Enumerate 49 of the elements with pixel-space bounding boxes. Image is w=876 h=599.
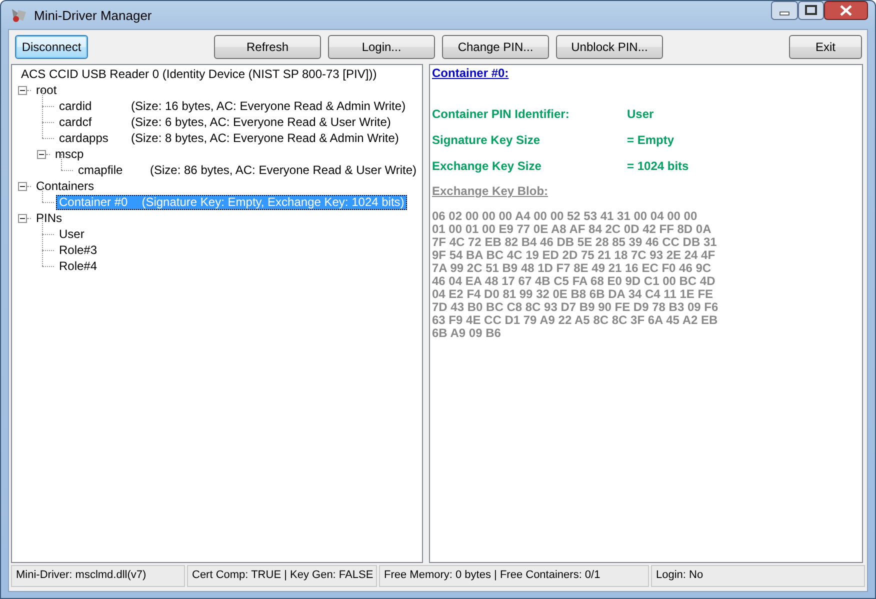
blob-heading: Exchange Key Blob: [432,184,548,198]
hex-line: 7F 4C 72 EB 82 B4 46 DB 5E 28 85 39 46 CC DB 31 [432,236,717,249]
toolbar-button[interactable]: Change PIN... [442,35,549,59]
tree-item[interactable]: cardapps (Size: 8 bytes, AC: Everyone Read & Admin Write) [56,130,402,146]
field-label: Exchange Key Size [432,159,542,173]
tree-item[interactable]: root [33,82,74,98]
hex-line: 01 00 01 00 E9 77 0E A8 AF 84 2C 0D 42 FF 8D 0A [432,223,712,236]
toolbar-button[interactable]: Login... [328,35,435,59]
toolbar-button[interactable]: Refresh [214,35,321,59]
hex-line: 7A 99 2C 51 B9 48 1D F7 8E 49 21 16 EC F0 46 9C [432,262,712,275]
app-icon [10,7,28,23]
collapse-icon[interactable] [18,182,27,190]
collapse-icon[interactable] [18,86,27,94]
hex-line: 06 02 00 00 00 A4 00 00 52 53 41 31 00 04 00 00 [432,210,698,223]
toolbar-button[interactable]: Disconnect [15,35,88,59]
hex-line: 46 04 EA 48 17 67 4B C5 FA 68 E0 9D C1 00 BC 4D [432,275,716,288]
field-value: = Empty [627,133,674,147]
tree-item[interactable]: cmapfile (Size: 86 bytes, AC: Everyone Read & User Write) [75,162,420,178]
field-value: User [627,107,654,121]
tree-item[interactable]: mscp [52,146,101,162]
collapse-icon[interactable] [18,214,27,222]
tree-item[interactable]: Containers [33,178,112,194]
tree-item[interactable]: ACS CCID USB Reader 0 (Identity Device (NIST SP 800-73 [PIV])) [18,66,394,82]
minimize-icon[interactable] [771,1,798,20]
field-label: Signature Key Size [432,133,542,147]
hex-line: 6B A9 09 B6 [432,327,501,340]
tree-item[interactable]: cardid (Size: 16 bytes, AC: Everyone Read & Admin Write) [56,98,409,114]
toolbar-button[interactable]: Unblock PIN... [556,35,663,59]
status-segment: Cert Comp: TRUE | Key Gen: FALSE [187,565,377,587]
close-icon[interactable] [824,1,868,20]
field-value: = 1024 bits [627,159,689,173]
tree-item[interactable]: Role#3 [56,242,114,258]
status-segment: Login: No [651,565,865,587]
field-label: Container PIN Identifier: [432,107,570,121]
status-segment: Free Memory: 0 bytes | Free Containers: 0/1 [379,565,649,587]
tree-item[interactable]: cardcf (Size: 6 bytes, AC: Everyone Read & User Write) [56,114,394,130]
details-heading: Container #0: [432,66,509,80]
status-segment: Mini-Driver: msclmd.dll(v7) [11,565,185,587]
collapse-icon[interactable] [37,150,46,158]
hex-line: 9F 54 BA BC 4C 19 ED 2D 75 21 18 7C 93 2E 24 4F [432,249,716,262]
maximize-icon[interactable] [798,1,824,20]
hex-line: 04 E2 F4 D0 81 99 32 0E B8 6B DA 34 C4 11 1E FE [432,288,714,301]
hex-line: 63 F9 4E CC D1 79 A9 22 A5 8C 8C 3F 6A 45 A2 EB [432,314,718,327]
tree-item[interactable]: Role#4 [56,258,114,274]
tree-item[interactable]: PINs [33,210,80,226]
window-title: Mini-Driver Manager [34,8,152,22]
toolbar-button[interactable]: Exit [789,35,862,59]
hex-line: 7D 43 B0 BC C8 8C 93 D7 B9 90 FE D9 78 B3 09 F6 [432,301,718,314]
tree-item[interactable]: User [56,226,102,242]
